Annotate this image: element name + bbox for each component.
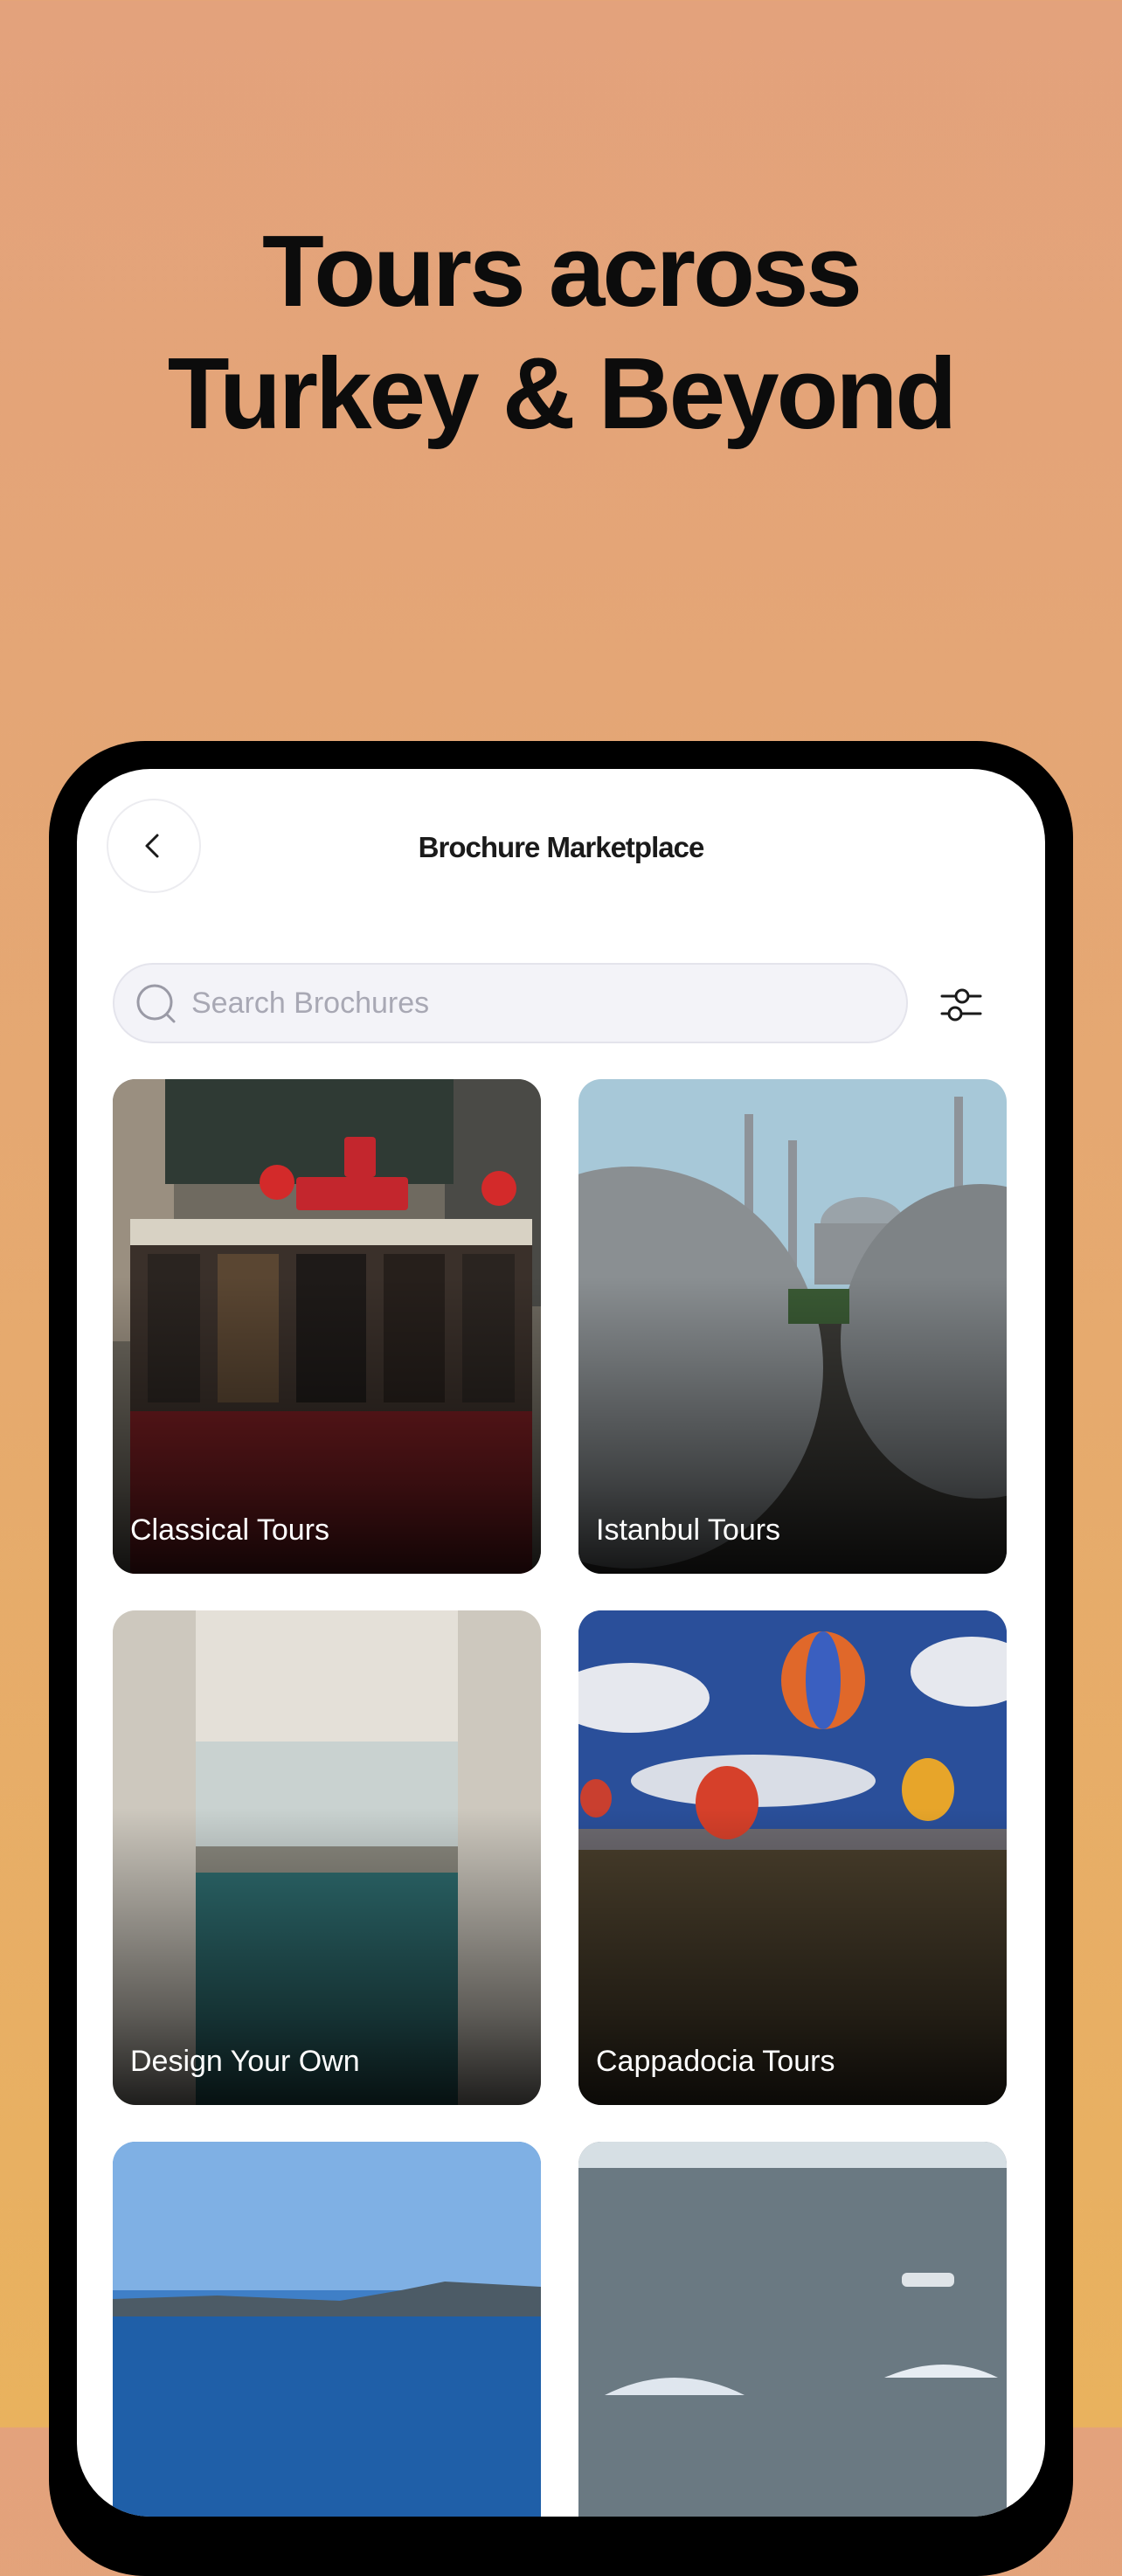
headline-line-2: Turkey & Beyond <box>167 336 957 450</box>
app-screen: Brochure Marketplace Search Brochures Cl… <box>77 769 1045 2517</box>
category-card-istanbul-tours[interactable]: Istanbul Tours <box>578 1079 1007 1574</box>
category-card-cappadocia-tours[interactable]: Cappadocia Tours <box>578 1610 1007 2105</box>
search-icon <box>134 981 177 1025</box>
aegean-coast-photo <box>113 2142 541 2517</box>
search-placeholder: Search Brochures <box>191 986 430 1020</box>
page-title: Brochure Marketplace <box>418 831 705 863</box>
card-label: Istanbul Tours <box>596 1513 781 1547</box>
promo-headline: Tours across Turkey & Beyond <box>0 210 1122 454</box>
card-label: Cappadocia Tours <box>596 2045 835 2078</box>
category-card-coast[interactable] <box>113 2142 541 2517</box>
search-input[interactable]: Search Brochures <box>113 963 908 1043</box>
headline-line-1: Tours across <box>262 214 862 328</box>
filter-button[interactable] <box>933 977 989 1033</box>
sea-umbrellas-photo <box>578 2142 1007 2517</box>
sliders-icon <box>940 988 982 1021</box>
card-label: Design Your Own <box>130 2045 360 2078</box>
card-label: Classical Tours <box>130 1513 330 1547</box>
category-card-classical-tours[interactable]: Classical Tours <box>113 1079 541 1574</box>
category-card-design-your-own[interactable]: Design Your Own <box>113 1610 541 2105</box>
category-card-sea[interactable] <box>578 2142 1007 2517</box>
